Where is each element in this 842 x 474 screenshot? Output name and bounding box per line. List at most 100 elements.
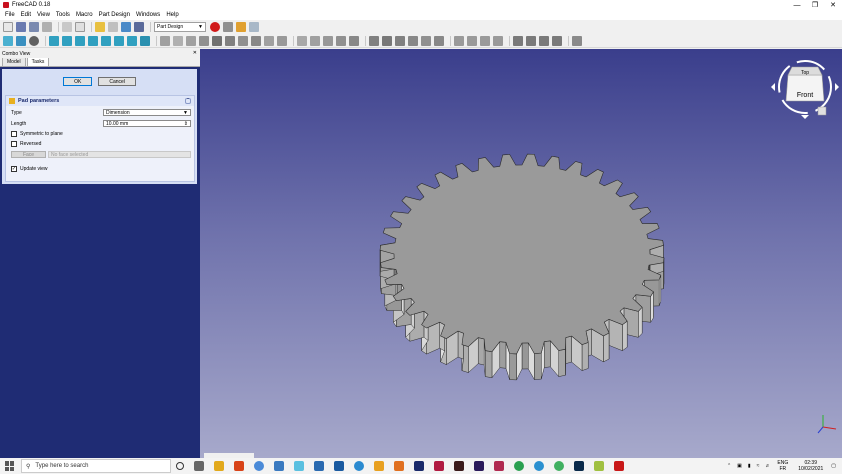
linear-pattern-icon[interactable] bbox=[467, 35, 477, 46]
gear-side-face[interactable] bbox=[509, 353, 517, 381]
isometric-view-icon[interactable] bbox=[49, 35, 59, 46]
gear-side-face[interactable] bbox=[534, 352, 542, 380]
shape-binder-icon[interactable] bbox=[264, 35, 274, 46]
gear-side-face[interactable] bbox=[499, 341, 507, 369]
notifications-icon[interactable]: ▢ bbox=[831, 463, 836, 469]
file-explorer-icon[interactable] bbox=[214, 461, 224, 471]
symmetric-checkbox[interactable] bbox=[11, 131, 17, 137]
cut-icon[interactable] bbox=[62, 22, 72, 32]
mirrored-icon[interactable] bbox=[454, 35, 464, 46]
gear-model[interactable] bbox=[379, 153, 665, 381]
cortana-icon[interactable] bbox=[176, 462, 184, 470]
start-button[interactable] bbox=[5, 461, 15, 471]
photoshop-icon[interactable] bbox=[574, 461, 584, 471]
taskbar-search[interactable]: ⚲ Type here to search bbox=[21, 459, 171, 473]
mail-icon[interactable] bbox=[274, 461, 284, 471]
undo-icon[interactable] bbox=[95, 22, 105, 32]
symmetric-row[interactable]: Symmetric to plane bbox=[11, 131, 63, 137]
sub-shape-binder-icon[interactable] bbox=[277, 35, 287, 46]
gear-side-face[interactable] bbox=[477, 337, 485, 366]
menu-windows[interactable]: Windows bbox=[136, 12, 160, 18]
app-icon[interactable] bbox=[354, 461, 364, 471]
volume-icon[interactable]: ♬ bbox=[765, 463, 770, 469]
app-icon[interactable] bbox=[594, 461, 604, 471]
premiere-icon[interactable] bbox=[414, 461, 424, 471]
tab-model[interactable]: Model bbox=[2, 57, 26, 66]
close-icon[interactable]: ✕ bbox=[193, 50, 197, 56]
validate-sketch-icon[interactable] bbox=[186, 35, 196, 46]
menu-part-design[interactable]: Part Design bbox=[99, 12, 130, 18]
fit-all-icon[interactable] bbox=[3, 35, 13, 46]
app-icon[interactable] bbox=[514, 461, 524, 471]
whats-this-icon[interactable] bbox=[134, 22, 144, 32]
wifi-icon[interactable]: ≈ bbox=[757, 463, 760, 469]
right-view-icon[interactable] bbox=[88, 35, 98, 46]
navcube-right-arrow-icon[interactable] bbox=[835, 83, 839, 91]
open-icon[interactable] bbox=[16, 22, 26, 32]
gear-side-face[interactable] bbox=[484, 350, 493, 379]
clone-icon[interactable] bbox=[199, 35, 209, 46]
bottom-view-icon[interactable] bbox=[114, 35, 124, 46]
pad-icon[interactable] bbox=[297, 35, 307, 46]
workbench-selector[interactable]: Part Design ▼ bbox=[154, 22, 206, 32]
indesign-icon[interactable] bbox=[434, 461, 444, 471]
additive-pipe-icon[interactable] bbox=[336, 35, 346, 46]
create-sketch-icon[interactable] bbox=[173, 35, 183, 46]
battery-icon[interactable]: ▮ bbox=[748, 463, 751, 469]
datum-plane-icon[interactable] bbox=[238, 35, 248, 46]
app-icon[interactable] bbox=[314, 461, 324, 471]
gear-side-face[interactable] bbox=[565, 335, 572, 364]
maximize-icon[interactable]: ❐ bbox=[806, 0, 824, 10]
pocket-icon[interactable] bbox=[369, 35, 379, 46]
animate-icon[interactable] bbox=[454, 461, 464, 471]
macros-icon[interactable] bbox=[236, 22, 246, 32]
navcube-down-arrow-icon[interactable] bbox=[801, 115, 809, 119]
menu-edit[interactable]: Edit bbox=[21, 12, 31, 18]
menu-view[interactable]: View bbox=[37, 12, 50, 18]
groove-icon[interactable] bbox=[395, 35, 405, 46]
save-icon[interactable] bbox=[29, 22, 39, 32]
task-view-icon[interactable] bbox=[194, 461, 204, 471]
gear-side-face[interactable] bbox=[581, 342, 589, 371]
clock[interactable]: 02:39 10/02/2021 bbox=[798, 460, 823, 472]
adobe-xd-icon[interactable] bbox=[494, 461, 504, 471]
stop-macro-icon[interactable] bbox=[223, 22, 233, 32]
hole-icon[interactable] bbox=[382, 35, 392, 46]
spin-arrows-icon[interactable]: ⇕ bbox=[184, 121, 188, 127]
3d-view[interactable]: Top Front bbox=[200, 49, 842, 458]
thickness-icon[interactable] bbox=[552, 35, 562, 46]
reversed-row[interactable]: Reversed bbox=[11, 141, 41, 147]
gear-side-face[interactable] bbox=[558, 348, 566, 377]
subtractive-pipe-icon[interactable] bbox=[421, 35, 431, 46]
menu-macro[interactable]: Macro bbox=[76, 12, 93, 18]
navcube-mini-cube-icon[interactable] bbox=[817, 106, 827, 116]
redo-icon[interactable] bbox=[108, 22, 118, 32]
update-view-checkbox[interactable]: ✓ bbox=[11, 166, 17, 172]
app-icon[interactable] bbox=[294, 461, 304, 471]
subtractive-primitive-icon[interactable] bbox=[434, 35, 444, 46]
pad-parameters-header[interactable]: Pad parameters ˆ bbox=[6, 96, 194, 106]
top-view-icon[interactable] bbox=[75, 35, 85, 46]
cancel-button[interactable]: Cancel bbox=[98, 77, 136, 86]
draft-icon[interactable] bbox=[539, 35, 549, 46]
gear-side-face[interactable] bbox=[650, 290, 654, 324]
additive-primitive-icon[interactable] bbox=[349, 35, 359, 46]
freecad-taskbar-icon[interactable] bbox=[614, 461, 624, 471]
menu-help[interactable]: Help bbox=[166, 12, 178, 18]
app-icon[interactable] bbox=[554, 461, 564, 471]
record-macro-icon[interactable] bbox=[210, 22, 220, 32]
datum-line-icon[interactable] bbox=[225, 35, 235, 46]
app-icon[interactable] bbox=[334, 461, 344, 471]
menu-file[interactable]: File bbox=[5, 12, 15, 18]
execute-macro-icon[interactable] bbox=[249, 22, 259, 32]
close-icon[interactable]: ✕ bbox=[824, 0, 842, 10]
ok-button[interactable]: OK bbox=[63, 77, 93, 86]
datum-point-icon[interactable] bbox=[212, 35, 222, 46]
front-view-icon[interactable] bbox=[62, 35, 72, 46]
chamfer-icon[interactable] bbox=[526, 35, 536, 46]
paste-icon[interactable] bbox=[75, 22, 85, 32]
create-body-icon[interactable] bbox=[160, 35, 170, 46]
type-select[interactable]: Dimension ▼ bbox=[103, 109, 191, 116]
office-icon[interactable] bbox=[234, 461, 244, 471]
tab-tasks[interactable]: Tasks bbox=[26, 57, 50, 66]
